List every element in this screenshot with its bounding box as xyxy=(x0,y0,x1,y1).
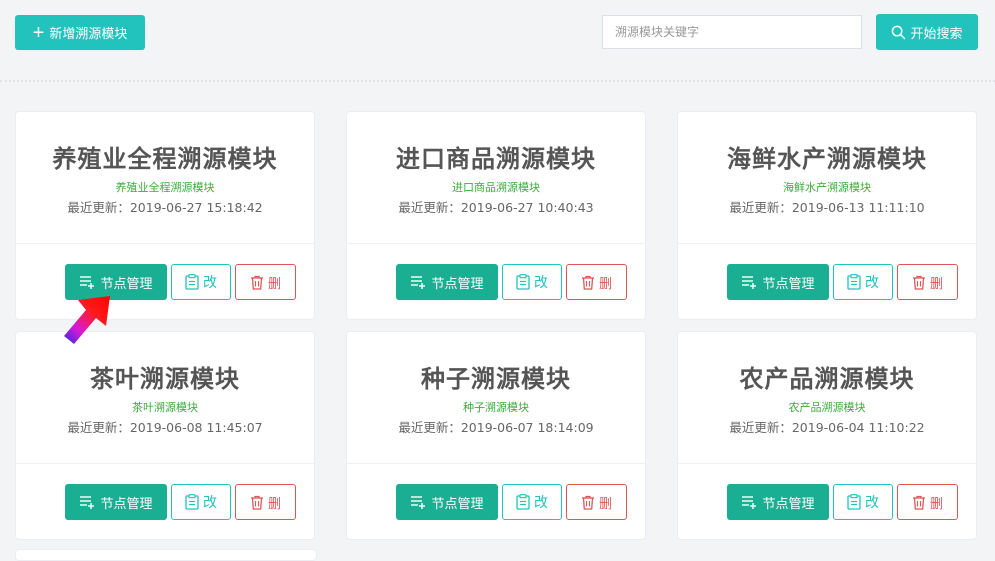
node-manage-label: 节点管理 xyxy=(431,495,484,511)
trash-icon xyxy=(581,275,595,290)
edit-button[interactable]: 改 xyxy=(833,264,893,300)
trash-icon xyxy=(250,275,264,290)
card-updated-time: 最近更新：2019-06-08 11:45:07 xyxy=(67,420,263,435)
node-manage-button[interactable]: 节点管理 xyxy=(727,484,829,520)
red-arrow-cursor-icon xyxy=(64,296,110,344)
node-manage-button[interactable]: 节点管理 xyxy=(396,264,498,300)
list-plus-icon xyxy=(410,495,426,509)
delete-button[interactable]: 删 xyxy=(566,264,627,300)
node-manage-label: 节点管理 xyxy=(762,275,815,291)
module-card: 农产品溯源模块 农产品溯源模块 最近更新：2019-06-04 11:10:22… xyxy=(677,331,977,540)
card-title: 种子溯源模块 xyxy=(421,365,571,393)
search-icon xyxy=(891,25,906,40)
card-updated-time: 最近更新：2019-06-07 18:14:09 xyxy=(398,420,594,435)
card-title: 养殖业全程溯源模块 xyxy=(52,145,278,173)
add-module-label: 新增溯源模块 xyxy=(49,26,128,41)
card-subtitle: 茶叶溯源模块 xyxy=(132,401,198,414)
card-subtitle: 进口商品溯源模块 xyxy=(452,181,540,194)
edit-button[interactable]: 改 xyxy=(502,484,562,520)
edit-label: 改 xyxy=(534,494,548,510)
delete-label: 删 xyxy=(598,275,612,291)
edit-label: 改 xyxy=(203,274,217,290)
card-header: 海鲜水产溯源模块 海鲜水产溯源模块 最近更新：2019-06-13 11:11:… xyxy=(678,112,976,244)
node-manage-label: 节点管理 xyxy=(100,275,153,291)
module-card-partial xyxy=(15,549,317,561)
edit-label: 改 xyxy=(865,274,879,290)
card-subtitle: 海鲜水产溯源模块 xyxy=(783,181,871,194)
search-label: 开始搜索 xyxy=(910,25,963,41)
card-subtitle: 农产品溯源模块 xyxy=(788,401,866,414)
trash-icon xyxy=(912,275,926,290)
delete-button[interactable]: 删 xyxy=(235,484,296,520)
card-title: 茶叶溯源模块 xyxy=(90,365,240,393)
clipboard-icon xyxy=(847,494,861,510)
toolbar-divider xyxy=(0,80,995,82)
delete-label: 删 xyxy=(929,495,943,511)
list-plus-icon xyxy=(410,275,426,289)
node-manage-button[interactable]: 节点管理 xyxy=(65,484,167,520)
search-button[interactable]: 开始搜索 xyxy=(876,14,978,50)
clipboard-icon xyxy=(185,494,199,510)
edit-label: 改 xyxy=(865,494,879,510)
clipboard-icon xyxy=(185,274,199,290)
node-manage-button[interactable]: 节点管理 xyxy=(396,484,498,520)
clipboard-icon xyxy=(516,274,530,290)
list-plus-icon xyxy=(741,275,757,289)
card-updated-time: 最近更新：2019-06-04 11:10:22 xyxy=(729,420,925,435)
trash-icon xyxy=(581,495,595,510)
module-card: 进口商品溯源模块 进口商品溯源模块 最近更新：2019-06-27 10:40:… xyxy=(346,111,646,320)
edit-button[interactable]: 改 xyxy=(171,264,231,300)
card-updated-time: 最近更新：2019-06-27 15:18:42 xyxy=(67,200,263,215)
clipboard-icon xyxy=(516,494,530,510)
delete-button[interactable]: 删 xyxy=(897,264,958,300)
list-plus-icon xyxy=(79,275,95,289)
card-header: 农产品溯源模块 农产品溯源模块 最近更新：2019-06-04 11:10:22 xyxy=(678,332,976,464)
edit-label: 改 xyxy=(534,274,548,290)
edit-label: 改 xyxy=(203,494,217,510)
module-card: 茶叶溯源模块 茶叶溯源模块 最近更新：2019-06-08 11:45:07 节… xyxy=(15,331,315,540)
node-manage-button[interactable]: 节点管理 xyxy=(727,264,829,300)
module-card: 海鲜水产溯源模块 海鲜水产溯源模块 最近更新：2019-06-13 11:11:… xyxy=(677,111,977,320)
card-title: 农产品溯源模块 xyxy=(739,365,915,393)
card-title: 海鲜水产溯源模块 xyxy=(727,145,927,173)
card-header: 种子溯源模块 种子溯源模块 最近更新：2019-06-07 18:14:09 xyxy=(347,332,645,464)
card-subtitle: 种子溯源模块 xyxy=(463,401,529,414)
add-module-button[interactable]: + 新增溯源模块 xyxy=(15,15,145,50)
list-plus-icon xyxy=(741,495,757,509)
delete-button[interactable]: 删 xyxy=(566,484,627,520)
trash-icon xyxy=(250,495,264,510)
card-subtitle: 养殖业全程溯源模块 xyxy=(115,181,215,194)
trash-icon xyxy=(912,495,926,510)
card-title: 进口商品溯源模块 xyxy=(396,145,596,173)
clipboard-icon xyxy=(847,274,861,290)
delete-label: 删 xyxy=(267,495,281,511)
edit-button[interactable]: 改 xyxy=(833,484,893,520)
card-updated-time: 最近更新：2019-06-27 10:40:43 xyxy=(398,200,594,215)
delete-button[interactable]: 删 xyxy=(235,264,296,300)
node-manage-label: 节点管理 xyxy=(100,495,153,511)
search-input[interactable] xyxy=(602,15,862,49)
delete-label: 删 xyxy=(598,495,612,511)
node-manage-label: 节点管理 xyxy=(431,275,484,291)
module-card: 养殖业全程溯源模块 养殖业全程溯源模块 最近更新：2019-06-27 15:1… xyxy=(15,111,315,320)
delete-label: 删 xyxy=(267,275,281,291)
list-plus-icon xyxy=(79,495,95,509)
edit-button[interactable]: 改 xyxy=(502,264,562,300)
card-updated-time: 最近更新：2019-06-13 11:11:10 xyxy=(729,200,925,215)
node-manage-label: 节点管理 xyxy=(762,495,815,511)
edit-button[interactable]: 改 xyxy=(171,484,231,520)
plus-icon: + xyxy=(32,21,45,44)
card-header: 茶叶溯源模块 茶叶溯源模块 最近更新：2019-06-08 11:45:07 xyxy=(16,332,314,464)
module-card: 种子溯源模块 种子溯源模块 最近更新：2019-06-07 18:14:09 节… xyxy=(346,331,646,540)
card-header: 进口商品溯源模块 进口商品溯源模块 最近更新：2019-06-27 10:40:… xyxy=(347,112,645,244)
card-header: 养殖业全程溯源模块 养殖业全程溯源模块 最近更新：2019-06-27 15:1… xyxy=(16,112,314,244)
delete-button[interactable]: 删 xyxy=(897,484,958,520)
delete-label: 删 xyxy=(929,275,943,291)
